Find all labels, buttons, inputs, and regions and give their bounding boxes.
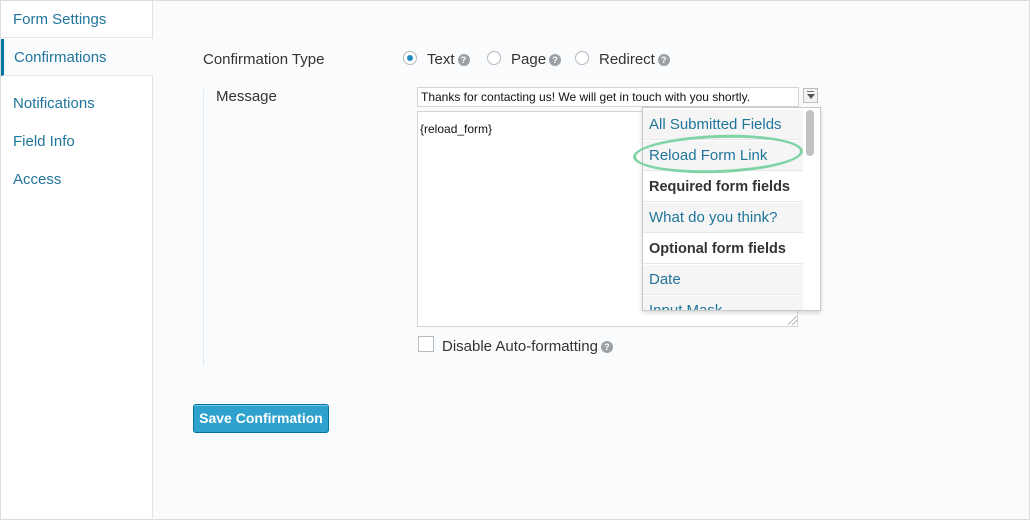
confirmation-type-label: Confirmation Type — [203, 51, 325, 68]
sidebar-item-notifications[interactable]: Notifications — [1, 85, 152, 122]
radio-text-label[interactable]: Text? — [427, 51, 470, 68]
merge-tag-all-submitted-fields[interactable]: All Submitted Fields — [643, 110, 803, 140]
dropdown-scrollbar[interactable] — [806, 110, 814, 156]
resize-handle-icon[interactable] — [788, 316, 797, 325]
merge-tag-group-required: Required form fields — [643, 172, 803, 202]
question-circle-icon: ? — [657, 54, 670, 66]
sidebar-item-form-settings[interactable]: Form Settings — [1, 1, 152, 38]
question-circle-icon: ? — [549, 54, 562, 66]
merge-tag-what-do-you-think[interactable]: What do you think? — [643, 203, 803, 233]
sidebar-item-confirmations[interactable]: Confirmations — [1, 39, 153, 76]
merge-tag-reload-form-link[interactable]: Reload Form Link — [643, 141, 803, 171]
radio-page[interactable] — [487, 51, 501, 65]
radio-text[interactable] — [403, 51, 417, 65]
settings-sidebar: Form Settings Confirmations Notification… — [1, 1, 153, 518]
radio-redirect-label[interactable]: Redirect? — [599, 51, 670, 68]
question-circle-icon: ? — [600, 341, 613, 353]
message-subject-input[interactable]: Thanks for contacting us! We will get in… — [417, 87, 799, 107]
merge-tag-group-optional: Optional form fields — [643, 234, 803, 264]
message-body-text: {reload_form} — [420, 122, 493, 136]
disable-autoformat-checkbox[interactable] — [418, 336, 434, 352]
radio-redirect[interactable] — [575, 51, 589, 65]
question-circle-icon: ? — [457, 54, 470, 66]
merge-tag-dropdown-button[interactable] — [803, 88, 818, 103]
sidebar-item-field-info[interactable]: Field Info — [1, 123, 152, 160]
save-confirmation-button[interactable]: Save Confirmation — [193, 404, 329, 433]
section-divider — [203, 90, 204, 365]
sidebar-item-access[interactable]: Access — [1, 161, 152, 198]
merge-tag-input-mask[interactable]: Input Mask — [643, 296, 803, 310]
disable-autoformat-label[interactable]: Disable Auto-formatting? — [442, 338, 613, 355]
merge-tag-dropdown: All Submitted Fields Reload Form Link Re… — [642, 107, 821, 311]
merge-tag-date[interactable]: Date — [643, 265, 803, 295]
message-label: Message — [216, 88, 277, 105]
radio-page-label[interactable]: Page? — [511, 51, 562, 68]
